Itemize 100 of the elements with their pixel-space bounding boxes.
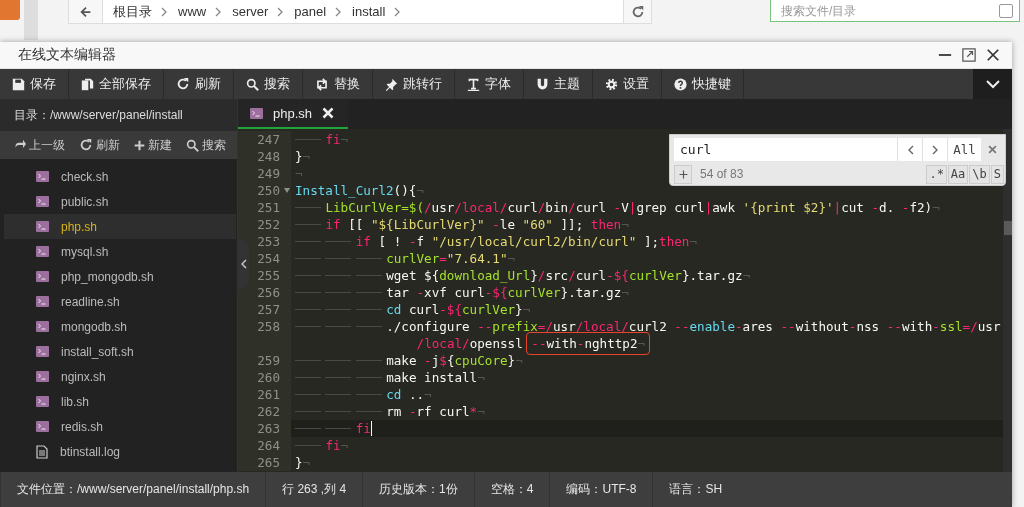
breadcrumb-link[interactable]: www	[168, 4, 215, 19]
file-item[interactable]: redis.sh	[4, 414, 236, 439]
refresh-icon	[630, 4, 645, 19]
sidebar-action[interactable]: 刷新	[79, 136, 120, 154]
chevron-right-icon	[160, 6, 168, 17]
code-line: curlVer="7.64.1"¬	[291, 250, 516, 267]
code-line: make -j${cpuCore}¬	[291, 352, 523, 369]
file-item[interactable]: mongodb.sh	[4, 314, 236, 339]
plus-icon	[134, 139, 145, 151]
search-option[interactable]: \b	[969, 164, 990, 184]
refresh-button[interactable]	[623, 0, 651, 23]
search-icon	[246, 77, 259, 91]
search-option[interactable]: Aa	[947, 164, 969, 184]
line-number: 264	[238, 437, 291, 454]
file-item[interactable]: php_mongodb.sh	[4, 264, 236, 289]
file-item[interactable]: lib.sh	[4, 389, 236, 414]
terminal-file-icon	[36, 371, 49, 382]
code-line: LibCurlVer=$(/usr/local/curl/bin/curl -V|grep curl|awk '{print $2}'|cut -d. -f2)¬	[291, 199, 940, 216]
line-number: 263	[238, 420, 291, 437]
dropdown-button[interactable]	[973, 69, 1012, 99]
scrollbar	[24, 0, 38, 40]
search-icon	[186, 138, 199, 152]
maximize-button[interactable]	[962, 48, 976, 62]
file-item[interactable]: nginx.sh	[4, 364, 236, 389]
code-line: cd ..¬	[291, 386, 432, 403]
checkbox[interactable]	[999, 3, 1013, 18]
match-count: 54 of 83	[700, 167, 744, 181]
scrollbar[interactable]	[1003, 129, 1012, 472]
terminal-file-icon	[36, 171, 49, 182]
collapse-button[interactable]	[238, 239, 249, 289]
status-item: 文件位置：/www/server/panel/install/php.sh	[0, 472, 266, 507]
chevron-right-icon	[393, 6, 402, 17]
file-item[interactable]: btinstall.log	[4, 439, 236, 464]
chevron-right-icon	[334, 6, 343, 17]
code-line: }¬	[294, 454, 311, 471]
refresh-icon	[176, 77, 190, 91]
terminal-file-icon	[36, 271, 49, 282]
code-line: if [ ! -f "/usr/local/curl2/bin/curl" ];then¬	[291, 233, 698, 250]
breadcrumb-link[interactable]: 根目录	[103, 2, 160, 21]
search-option[interactable]: S	[990, 164, 1004, 184]
sidebar-action[interactable]: 新建	[134, 136, 172, 154]
gear-icon	[605, 77, 618, 91]
line-number: 260	[238, 369, 291, 386]
find-field[interactable]: curl	[674, 138, 897, 161]
pin-icon	[385, 77, 398, 91]
chevron-right-icon	[214, 6, 223, 17]
chevron-left-icon	[906, 144, 914, 155]
close-icon	[986, 48, 1000, 62]
back-button[interactable]	[69, 0, 103, 23]
app-icon	[0, 0, 20, 20]
search-input[interactable]: 搜索文件/目录	[771, 2, 983, 19]
terminal-file-icon	[36, 321, 49, 332]
breadcrumb-link[interactable]: server	[222, 4, 277, 19]
highlight-box: --with-nghttp2¬	[526, 332, 651, 355]
search-option[interactable]: .*	[926, 164, 947, 184]
line-number: 252	[238, 216, 291, 233]
sidebar-action[interactable]: 搜索	[186, 136, 226, 154]
code-line: if [[ "${LibCurlVer}" -le "60" ]]; then¬	[291, 216, 629, 233]
breadcrumb-link[interactable]: install	[342, 4, 394, 19]
file-item[interactable]: install_soft.sh	[4, 339, 236, 364]
refresh-icon	[79, 138, 93, 152]
maximize-icon	[962, 48, 976, 62]
file-item[interactable]: php.sh	[4, 214, 236, 239]
terminal-file-icon	[36, 296, 49, 307]
file-item[interactable]: readline.sh	[4, 289, 236, 314]
code-line: wget ${download_Url}/src/curl-${curlVer}.tar.gz¬	[291, 267, 751, 284]
chevron-right-icon	[931, 144, 939, 155]
text-cursor	[370, 421, 373, 436]
search-field[interactable]: 搜索文件/目录	[770, 0, 1020, 22]
find-all-button[interactable]: All	[947, 138, 981, 161]
code-line: }¬	[294, 148, 311, 165]
line-number: 262	[238, 403, 291, 420]
back-arrow-icon	[78, 4, 93, 19]
status-item: 语言：SH	[652, 472, 749, 507]
status-item: 空格：4	[473, 472, 550, 507]
line-number: 248	[238, 148, 291, 165]
chevron-left-icon	[240, 259, 247, 269]
breadcrumb-link[interactable]: panel	[284, 4, 335, 19]
magnet-icon	[536, 77, 549, 91]
window-title: 在线文本编辑器	[18, 46, 116, 64]
chevron-down-icon	[985, 79, 1000, 89]
close-icon[interactable]	[322, 107, 335, 119]
sidebar-action[interactable]: 上一级	[14, 136, 65, 154]
expand-button[interactable]	[674, 164, 692, 184]
swap-arrows-icon	[315, 77, 329, 91]
status-item: 编码：UTF-8	[549, 472, 653, 507]
terminal-file-icon	[36, 421, 49, 432]
close-button[interactable]	[986, 48, 1000, 62]
file-item[interactable]: mysql.sh	[4, 239, 236, 264]
line-number: 261	[238, 386, 291, 403]
document-icon	[36, 444, 48, 459]
fold-arrow-icon[interactable]	[284, 188, 290, 193]
line-number: 257	[238, 301, 291, 318]
file-item[interactable]: public.sh	[4, 189, 236, 214]
file-item[interactable]: check.sh	[4, 164, 236, 189]
terminal-file-icon	[36, 221, 49, 232]
code-line: make install¬	[291, 369, 485, 386]
minimize-button[interactable]	[938, 54, 952, 56]
minimize-icon	[938, 54, 952, 56]
code-line: ¬	[294, 165, 303, 182]
